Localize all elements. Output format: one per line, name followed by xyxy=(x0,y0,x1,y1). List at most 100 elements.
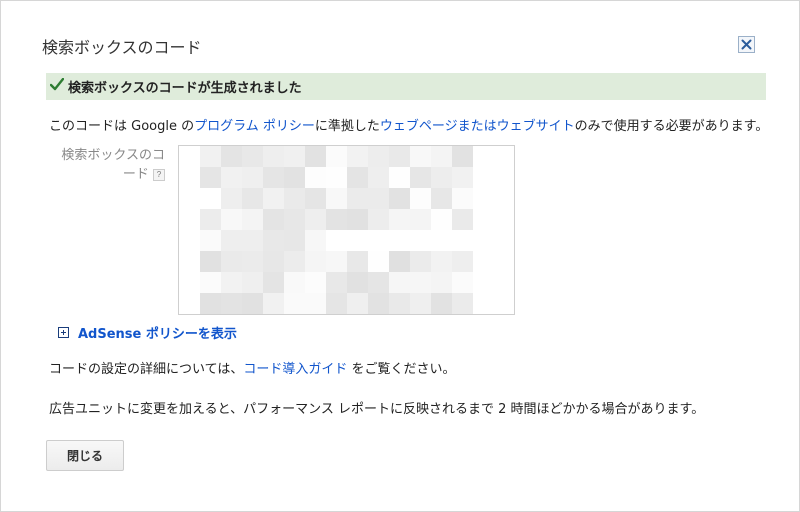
code-pixel xyxy=(410,251,431,272)
program-policy-link[interactable]: プログラム ポリシー xyxy=(194,119,315,134)
code-pixel xyxy=(473,209,494,230)
code-pixel xyxy=(326,251,347,272)
dialog-title: 検索ボックスのコード xyxy=(42,38,202,57)
code-pixel xyxy=(326,272,347,293)
code-pixel xyxy=(494,167,514,188)
code-pixel xyxy=(410,293,431,314)
code-pixel xyxy=(452,251,473,272)
code-pixel xyxy=(452,167,473,188)
code-pixel xyxy=(452,272,473,293)
code-pixel xyxy=(494,209,514,230)
code-pixel xyxy=(221,167,242,188)
code-pixel xyxy=(305,272,326,293)
code-textarea[interactable] xyxy=(178,145,515,315)
code-pixel xyxy=(452,293,473,314)
close-dialog-button[interactable] xyxy=(738,36,755,53)
code-pixel xyxy=(200,230,221,251)
checkmark-icon xyxy=(49,77,65,95)
code-pixel xyxy=(305,146,326,167)
code-pixel xyxy=(179,272,200,293)
code-pixel xyxy=(494,293,514,314)
code-pixel xyxy=(221,209,242,230)
code-pixel xyxy=(473,146,494,167)
code-pixel xyxy=(473,188,494,209)
code-pixel xyxy=(221,146,242,167)
code-pixel xyxy=(389,146,410,167)
code-pixel xyxy=(410,230,431,251)
adsense-policy-toggle[interactable]: AdSense ポリシーを表示 xyxy=(58,323,237,342)
code-pixel xyxy=(431,188,452,209)
code-pixel xyxy=(179,230,200,251)
code-pixel xyxy=(200,167,221,188)
code-pixel xyxy=(200,272,221,293)
code-pixel xyxy=(242,251,263,272)
code-pixel xyxy=(494,230,514,251)
code-pixel xyxy=(284,209,305,230)
success-banner: 検索ボックスのコードが生成されました xyxy=(46,73,766,100)
code-guide-link[interactable]: コード導入ガイド xyxy=(243,362,347,377)
code-pixel xyxy=(389,209,410,230)
code-pixel xyxy=(347,167,368,188)
code-pixel xyxy=(242,209,263,230)
code-pixel xyxy=(221,293,242,314)
code-pixel xyxy=(431,251,452,272)
code-pixel xyxy=(452,146,473,167)
success-message: 検索ボックスのコードが生成されました xyxy=(68,81,302,96)
adsense-policy-label: AdSense ポリシーを表示 xyxy=(78,327,237,342)
code-pixel xyxy=(431,167,452,188)
code-pixel xyxy=(263,167,284,188)
code-pixel xyxy=(473,251,494,272)
help-icon[interactable]: ? xyxy=(153,168,165,181)
code-pixel xyxy=(326,293,347,314)
code-pixel xyxy=(242,146,263,167)
guide-suffix: をご覧ください。 xyxy=(347,362,456,377)
code-pixel xyxy=(452,209,473,230)
code-pixel xyxy=(494,188,514,209)
code-pixel xyxy=(389,167,410,188)
dialog: 検索ボックスのコード 検索ボックスのコードが生成されました このコードは Goo… xyxy=(0,0,800,512)
code-pixel xyxy=(410,272,431,293)
code-pixel xyxy=(263,188,284,209)
code-pixel xyxy=(431,272,452,293)
code-pixel xyxy=(284,293,305,314)
code-pixel xyxy=(242,167,263,188)
webpage-or-website-link[interactable]: ウェブページまたはウェブサイト xyxy=(380,119,575,134)
code-pixel xyxy=(263,293,284,314)
guide-notice: コードの設定の詳細については、コード導入ガイド をご覧ください。 xyxy=(49,358,456,377)
close-button[interactable]: 閉じる xyxy=(46,440,124,471)
code-pixel xyxy=(452,188,473,209)
code-pixel xyxy=(473,293,494,314)
code-pixel xyxy=(347,230,368,251)
code-pixel xyxy=(431,293,452,314)
code-pixel xyxy=(305,230,326,251)
code-pixel xyxy=(494,272,514,293)
code-pixel xyxy=(410,209,431,230)
code-pixel xyxy=(389,251,410,272)
code-field-label-text: 検索ボックスのコード xyxy=(61,148,165,182)
code-pixel xyxy=(368,251,389,272)
code-pixel xyxy=(347,251,368,272)
code-pixel xyxy=(242,230,263,251)
code-pixel xyxy=(179,167,200,188)
close-x-icon xyxy=(739,37,754,52)
code-pixel xyxy=(221,230,242,251)
code-pixel xyxy=(263,251,284,272)
code-pixel xyxy=(179,188,200,209)
code-pixel xyxy=(221,188,242,209)
code-pixel xyxy=(263,209,284,230)
policy-prefix: このコードは Google の xyxy=(49,119,195,134)
code-pixel xyxy=(221,272,242,293)
code-pixel xyxy=(200,209,221,230)
code-pixel xyxy=(494,251,514,272)
policy-notice: このコードは Google のプログラム ポリシーに準拠したウェブページまたはウ… xyxy=(49,115,768,134)
code-pixel xyxy=(368,167,389,188)
code-pixel xyxy=(347,146,368,167)
code-field-label: 検索ボックスのコード ? xyxy=(59,146,165,184)
code-pixel xyxy=(305,167,326,188)
code-pixel xyxy=(326,146,347,167)
code-pixel xyxy=(368,209,389,230)
code-pixel xyxy=(263,230,284,251)
code-pixel xyxy=(200,251,221,272)
code-pixel xyxy=(431,230,452,251)
code-pixel xyxy=(368,188,389,209)
